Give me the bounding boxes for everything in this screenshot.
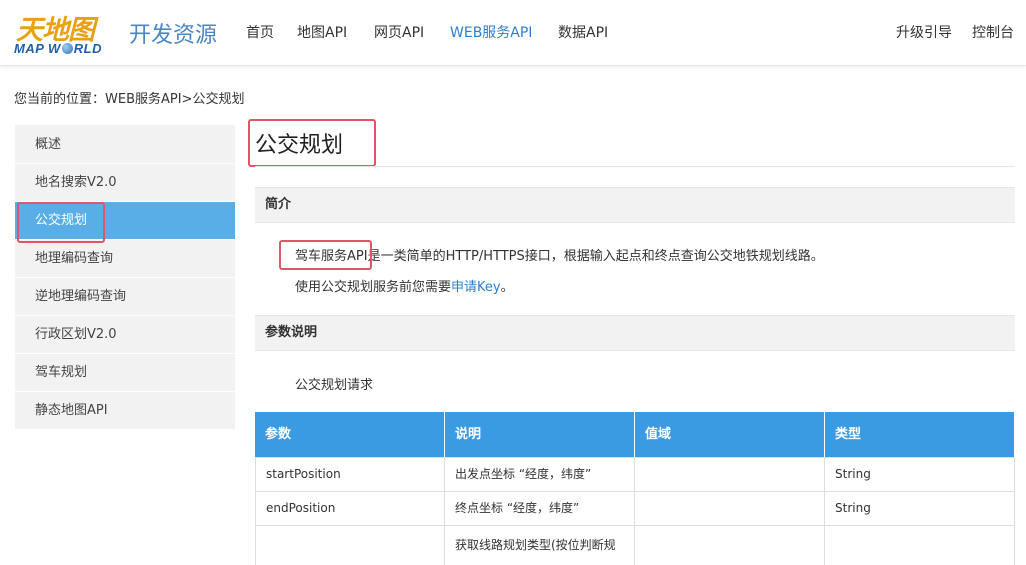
sidebar-item-geocoding[interactable]: 地理编码查询 xyxy=(15,240,235,278)
sidebar-item-admin-division[interactable]: 行政区划V2.0 xyxy=(15,316,235,354)
logo-english-text: MAP W RLD xyxy=(14,41,102,56)
highlight-box-sidebar xyxy=(17,202,105,243)
table-header-type: 类型 xyxy=(825,412,1015,457)
table-cell-range xyxy=(634,457,825,492)
title-divider xyxy=(255,166,1015,167)
table-cell-range xyxy=(634,525,825,565)
nav-map-api[interactable]: 地图API xyxy=(297,22,347,42)
logo-en-right: RLD xyxy=(73,41,103,56)
nav-web-service-api[interactable]: WEB服务API xyxy=(450,22,532,42)
table-cell-description: 出发点坐标 “经度，纬度” xyxy=(444,457,635,492)
table-cell-range xyxy=(634,491,825,526)
sidebar-item-static-map-api[interactable]: 静态地图API xyxy=(15,392,235,430)
table-cell-param: startPosition xyxy=(255,457,445,492)
table-cell-param xyxy=(255,525,445,565)
sidebar: 概述 地名搜索V2.0 公交规划 地理编码查询 逆地理编码查询 行政区划V2.0… xyxy=(15,125,235,430)
section-heading-params: 参数说明 xyxy=(255,315,1015,351)
highlight-box-title xyxy=(248,119,376,167)
table-header-description: 说明 xyxy=(445,412,635,457)
intro-line-2-suffix: 。 xyxy=(500,280,514,295)
sidebar-item-overview[interactable]: 概述 xyxy=(15,126,235,164)
nav-web-api[interactable]: 网页API xyxy=(374,22,424,42)
nav-console[interactable]: 控制台 xyxy=(972,22,1014,42)
sidebar-item-driving-planning[interactable]: 驾车规划 xyxy=(15,354,235,392)
nav-upgrade-guide[interactable]: 升级引导 xyxy=(896,22,952,42)
table-cell-description: 获取线路规划类型(按位判断规 xyxy=(444,525,635,565)
breadcrumb: 您当前的位置：WEB服务API>公交规划 xyxy=(14,92,245,107)
highlight-box-intro xyxy=(279,240,372,270)
brand-title[interactable]: 开发资源 xyxy=(129,17,217,49)
top-header: 天地图 MAP W RLD 开发资源 首页 地图API 网页API WEB服务AP… xyxy=(0,0,1026,66)
sidebar-item-reverse-geocoding[interactable]: 逆地理编码查询 xyxy=(15,278,235,316)
intro-line-1: 驾车服务API是一类简单的HTTP/HTTPS接口，根据输入起点和终点查询公交地… xyxy=(295,245,824,264)
sidebar-item-poi-search[interactable]: 地名搜索V2.0 xyxy=(15,164,235,202)
intro-line-1-rest: 是一类简单的HTTP/HTTPS接口，根据输入起点和终点查询公交地铁规划线路。 xyxy=(367,249,824,264)
apply-key-link[interactable]: 申请Key xyxy=(451,280,501,295)
logo-en-left: MAP W xyxy=(14,41,61,56)
tianditu-logo[interactable]: 天地图 MAP W RLD xyxy=(14,8,110,60)
table-header-range: 值域 xyxy=(635,412,825,457)
intro-line-2-prefix: 使用公交规划服务前您需要 xyxy=(295,280,452,295)
table-cell-type xyxy=(824,525,1015,565)
globe-icon xyxy=(61,43,73,54)
table-cell-type: String xyxy=(824,457,1015,492)
params-subtitle: 公交规划请求 xyxy=(295,378,374,393)
nav-home[interactable]: 首页 xyxy=(246,22,274,42)
intro-line-2: 使用公交规划服务前您需要申请Key。 xyxy=(295,276,514,295)
table-cell-description: 终点坐标 “经度，纬度” xyxy=(444,491,635,526)
nav-data-api[interactable]: 数据API xyxy=(558,22,608,42)
table-cell-param: endPosition xyxy=(255,491,445,526)
section-heading-intro: 简介 xyxy=(255,187,1015,223)
table-cell-type: String xyxy=(824,491,1015,526)
table-header-param: 参数 xyxy=(255,412,445,457)
